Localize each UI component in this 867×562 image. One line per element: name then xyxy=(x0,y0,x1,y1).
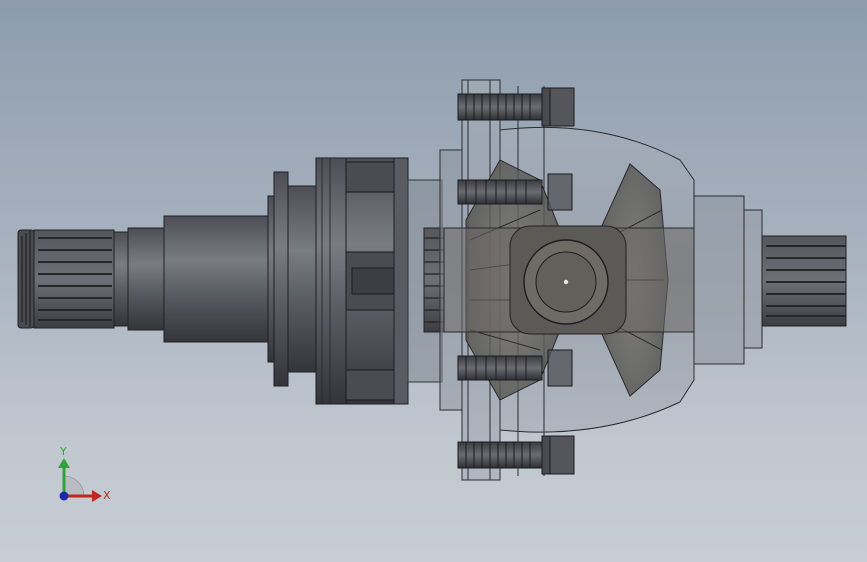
cad-canvas[interactable]: Y X xyxy=(0,0,867,562)
graphics-viewport[interactable]: Y X xyxy=(0,0,867,562)
bolt-top[interactable] xyxy=(457,87,575,127)
x-axis-label: X xyxy=(103,489,111,502)
orientation-triad: Y X xyxy=(58,445,111,502)
left-spline-shaft[interactable] xyxy=(17,215,273,343)
bolt-bottom[interactable] xyxy=(457,435,575,475)
clutch-hub[interactable] xyxy=(267,157,409,405)
z-axis-dot xyxy=(59,491,69,501)
y-axis-label: Y xyxy=(59,445,67,458)
right-spline-shaft[interactable] xyxy=(761,235,847,327)
inner-spline[interactable] xyxy=(407,179,445,383)
